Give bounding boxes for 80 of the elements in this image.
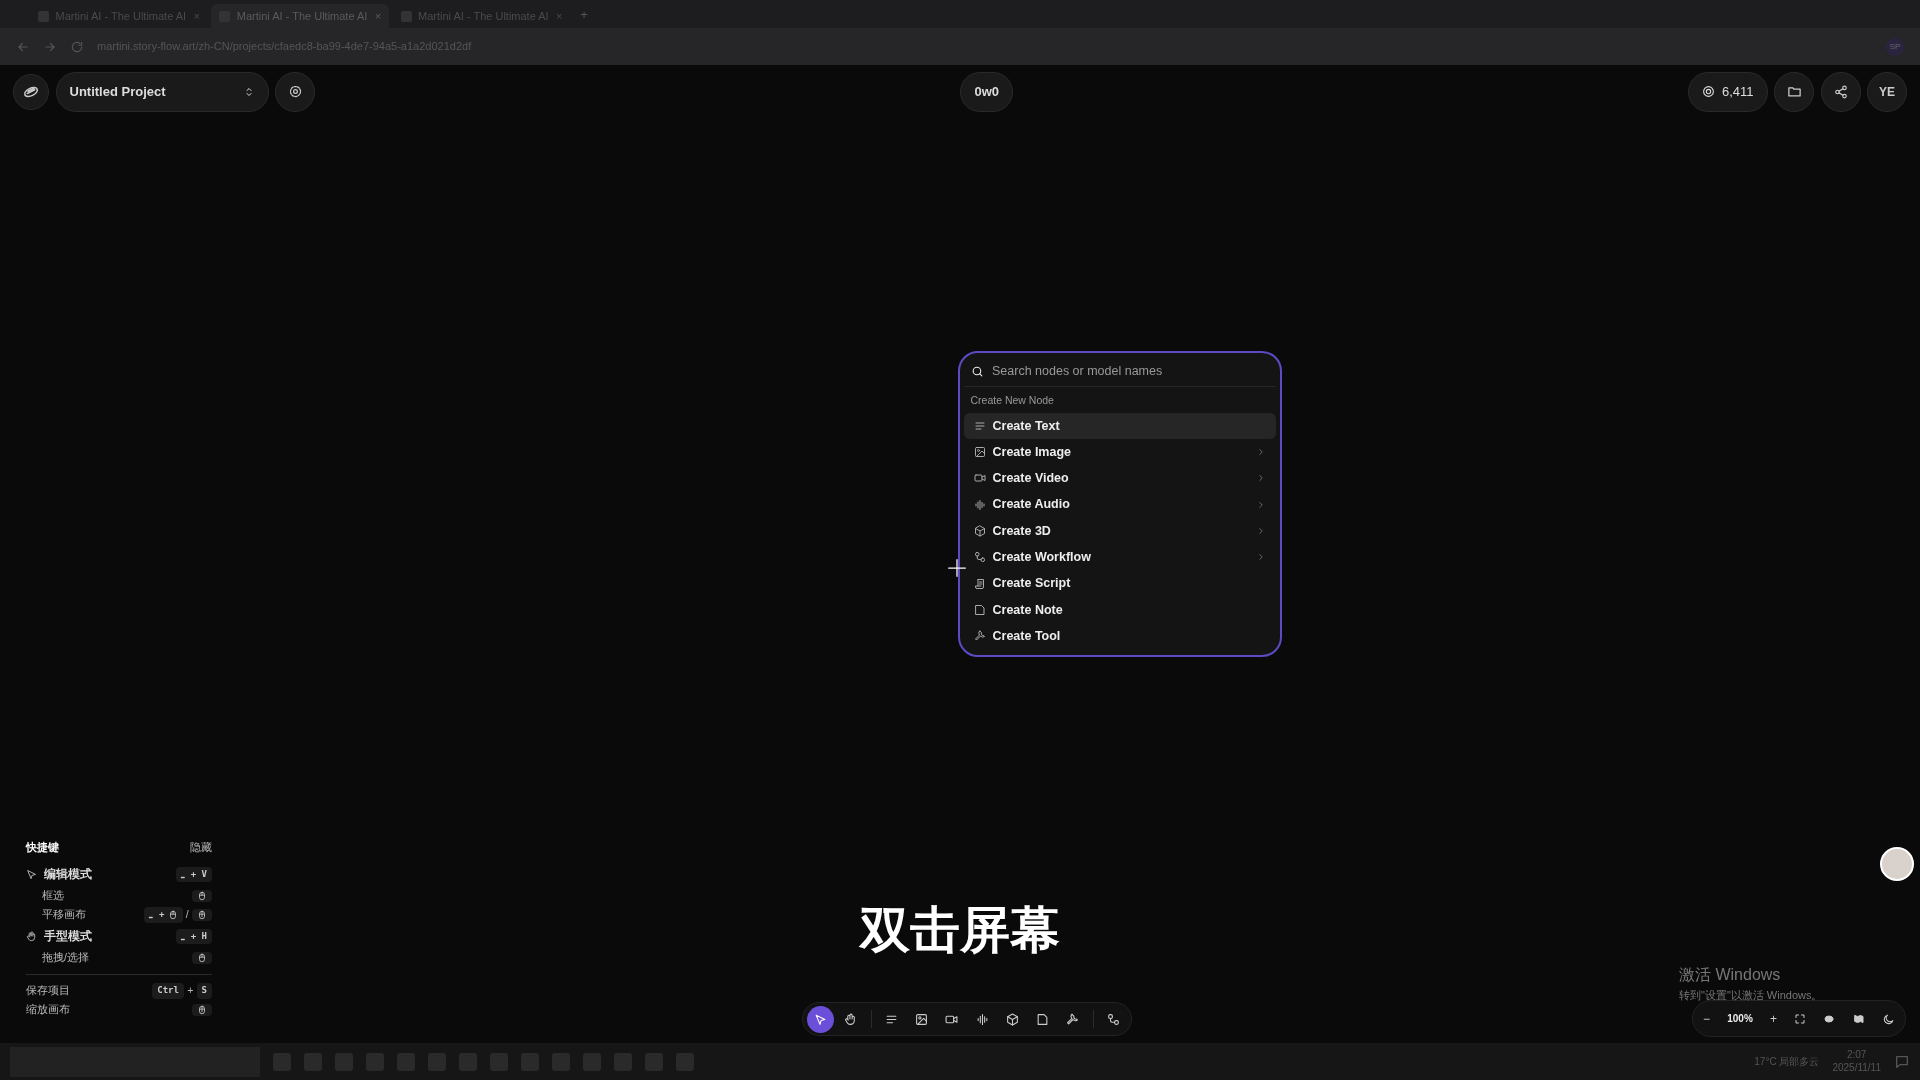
mouse-icon <box>197 952 207 963</box>
key-combo: Ctrl <box>152 983 184 999</box>
menu-item[interactable]: Create Tool <box>964 623 1276 650</box>
menu-item[interactable]: Create Video <box>964 465 1276 492</box>
tool-button[interactable] <box>807 1005 834 1033</box>
key-combo: ⎵ + H <box>176 928 212 944</box>
fullscreen-icon <box>1794 1013 1807 1026</box>
cube-icon <box>974 525 986 538</box>
menu-item[interactable]: Create 3D <box>964 517 1276 545</box>
taskbar-time: 2:07 <box>1845 1049 1868 1062</box>
scroll-icon <box>974 577 986 590</box>
center-badge[interactable]: 0w0 <box>960 71 1013 112</box>
search-field[interactable]: Search nodes or model names <box>990 361 1270 382</box>
mouse-icon <box>167 909 178 920</box>
wrench-icon <box>974 630 986 643</box>
crosshair-cursor-icon <box>947 558 967 578</box>
pointer-icon <box>26 868 37 880</box>
reload-icon[interactable] <box>70 39 84 54</box>
key-separator: / <box>185 906 189 922</box>
hand-icon <box>26 930 37 942</box>
cube-icon <box>1005 1012 1019 1026</box>
folder-button[interactable] <box>1774 71 1814 112</box>
moon-icon <box>1881 1012 1895 1026</box>
share-icon <box>1833 84 1848 99</box>
subtitle-caption: 双击屏幕 <box>860 901 1060 960</box>
lines-icon <box>974 419 986 432</box>
shortcut-label: 拖拽/选择 <box>41 949 90 965</box>
shortcut-label: 缩放画布 <box>26 1001 71 1017</box>
document-icon <box>1036 1012 1049 1026</box>
activation-text: 转到"设置"以激活 Windows。 <box>1679 988 1823 1003</box>
key-separator: + <box>187 982 194 998</box>
credits-count: 6,411 <box>1721 82 1754 101</box>
shortcut-label: 平移画布 <box>41 906 87 922</box>
connected-nodes-icon <box>974 551 986 564</box>
shortcut-label: 保存项目 <box>26 982 71 998</box>
hide-link[interactable]: 隐藏 <box>190 840 212 856</box>
ellipse-icon <box>1823 1013 1836 1026</box>
zoom-out-button[interactable]: − <box>1703 1009 1710 1028</box>
menu-item[interactable]: Create Note <box>964 596 1276 624</box>
key-combo: ⎵ + <box>144 907 183 923</box>
activation-title: 激活 Windows <box>1679 965 1782 985</box>
notification-icon[interactable] <box>1894 1053 1910 1070</box>
shortcut-label: 手型模式 <box>43 928 93 944</box>
shortcut-label: 编辑模式 <box>43 866 93 882</box>
wrench-icon <box>1066 1012 1080 1026</box>
menu-item[interactable]: Create Workflow <box>964 544 1276 571</box>
hand-icon <box>844 1012 858 1026</box>
image-icon <box>974 446 986 459</box>
zoom-in-button[interactable]: + <box>1770 1009 1778 1028</box>
settings-button[interactable] <box>275 71 315 112</box>
video-camera-icon <box>974 472 986 485</box>
user-avatar[interactable]: YE <box>1867 71 1907 112</box>
assistant-avatar[interactable] <box>1880 847 1914 881</box>
zoom-level: 100% <box>1727 1012 1753 1026</box>
key-combo: S <box>196 983 212 999</box>
image-icon <box>915 1012 928 1026</box>
project-selector[interactable]: Untitled Project <box>55 71 269 112</box>
folder-icon <box>1786 84 1802 99</box>
section-label: Create New Node <box>969 393 1055 408</box>
document-icon <box>974 603 986 616</box>
scroll-mouse-icon <box>197 1004 207 1015</box>
taskbar-date: 2025/11/11 <box>1832 1061 1881 1074</box>
search-icon <box>970 365 984 378</box>
pointer-icon <box>814 1012 827 1026</box>
map-icon <box>1852 1013 1865 1026</box>
menu-item[interactable]: Create Image <box>964 439 1276 466</box>
menu-item[interactable]: Create Text <box>964 412 1276 440</box>
mouse-icon <box>197 890 207 901</box>
credits-button[interactable]: 6,411 <box>1688 71 1768 112</box>
key-combo: ⎵ + V <box>176 866 212 882</box>
menu-item[interactable]: Create Script <box>964 570 1276 597</box>
logo-button[interactable] <box>13 73 49 110</box>
settings-icon <box>287 84 303 99</box>
panel-title: 快捷键 <box>26 840 59 855</box>
connected-nodes-icon <box>1106 1012 1120 1026</box>
project-name: Untitled Project <box>69 82 166 101</box>
menu-item[interactable]: Create Audio <box>964 491 1276 518</box>
scroll-mouse-icon <box>197 909 207 920</box>
shortcut-label: 框选 <box>41 887 65 903</box>
coin-icon <box>1702 85 1716 98</box>
